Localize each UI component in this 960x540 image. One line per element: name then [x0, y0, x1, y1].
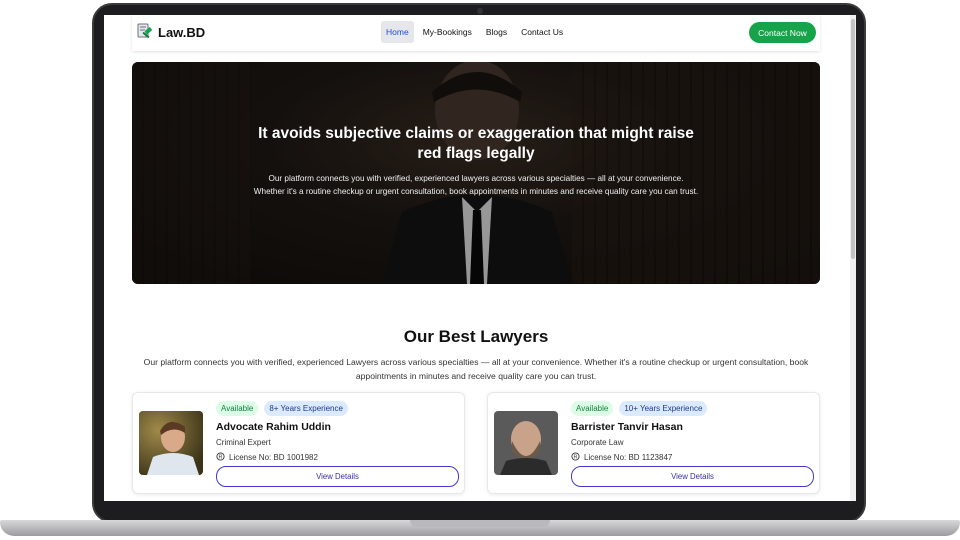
- browser-viewport[interactable]: Law.BD Home My-Bookings Blogs Contact Us…: [104, 15, 856, 501]
- card-tags: Available 10+ Years Experience: [571, 401, 708, 416]
- registered-icon: R: [571, 452, 580, 463]
- availability-badge: Available: [216, 401, 259, 416]
- nav-link-my-bookings[interactable]: My-Bookings: [418, 21, 477, 43]
- hero-description: Our platform connects you with verified,…: [253, 174, 699, 196]
- brand-name: Law.BD: [158, 24, 206, 40]
- nav-link-home[interactable]: Home: [381, 21, 414, 43]
- lawyer-name: Advocate Rahim Uddin: [216, 421, 331, 433]
- hero-title: It avoids subjective claims or exaggerat…: [258, 125, 694, 162]
- gavel-icon: [136, 23, 154, 41]
- navbar: Law.BD Home My-Bookings Blogs Contact Us…: [132, 15, 820, 51]
- license-number: License No: BD 1123847: [584, 453, 673, 462]
- license-info: R License No: BD 1123847: [571, 452, 672, 463]
- lawyer-name: Barrister Tanvir Hasan: [571, 421, 683, 433]
- nav-menu: Home My-Bookings Blogs Contact Us: [381, 21, 568, 43]
- lawyer-photo: [494, 411, 558, 475]
- nav-link-contact-us[interactable]: Contact Us: [516, 21, 568, 43]
- lawyer-card: Available 10+ Years Experience Barrister…: [487, 392, 820, 494]
- license-number: License No: BD 1001982: [229, 453, 318, 462]
- nav-link-blogs[interactable]: Blogs: [481, 21, 512, 43]
- page-scrollbar[interactable]: [850, 15, 856, 501]
- svg-text:R: R: [219, 455, 223, 461]
- lawyer-specialty: Corporate Law: [571, 438, 624, 447]
- device-frame: Law.BD Home My-Bookings Blogs Contact Us…: [0, 0, 960, 540]
- experience-badge: 8+ Years Experience: [264, 401, 348, 416]
- section-description: Our platform connects you with verified,…: [143, 357, 809, 381]
- lawyer-specialty: Criminal Expert: [216, 438, 271, 447]
- view-details-button[interactable]: View Details: [571, 466, 814, 487]
- section-title: Our Best Lawyers: [403, 327, 549, 346]
- camera-icon: [477, 8, 483, 14]
- availability-badge: Available: [571, 401, 614, 416]
- contact-now-button[interactable]: Contact Now: [749, 22, 816, 43]
- scrollbar-thumb[interactable]: [851, 19, 855, 259]
- registered-icon: R: [216, 452, 225, 463]
- view-details-button[interactable]: View Details: [216, 466, 459, 487]
- experience-badge: 10+ Years Experience: [619, 401, 708, 416]
- lawyer-card: Available 8+ Years Experience Advocate R…: [132, 392, 465, 494]
- svg-text:R: R: [574, 455, 578, 461]
- hero-banner: It avoids subjective claims or exaggerat…: [132, 62, 820, 284]
- brand-logo[interactable]: Law.BD: [136, 23, 205, 41]
- license-info: R License No: BD 1001982: [216, 452, 318, 463]
- card-tags: Available 8+ Years Experience: [216, 401, 348, 416]
- laptop-notch: [410, 520, 550, 527]
- lawyer-photo: [139, 411, 203, 475]
